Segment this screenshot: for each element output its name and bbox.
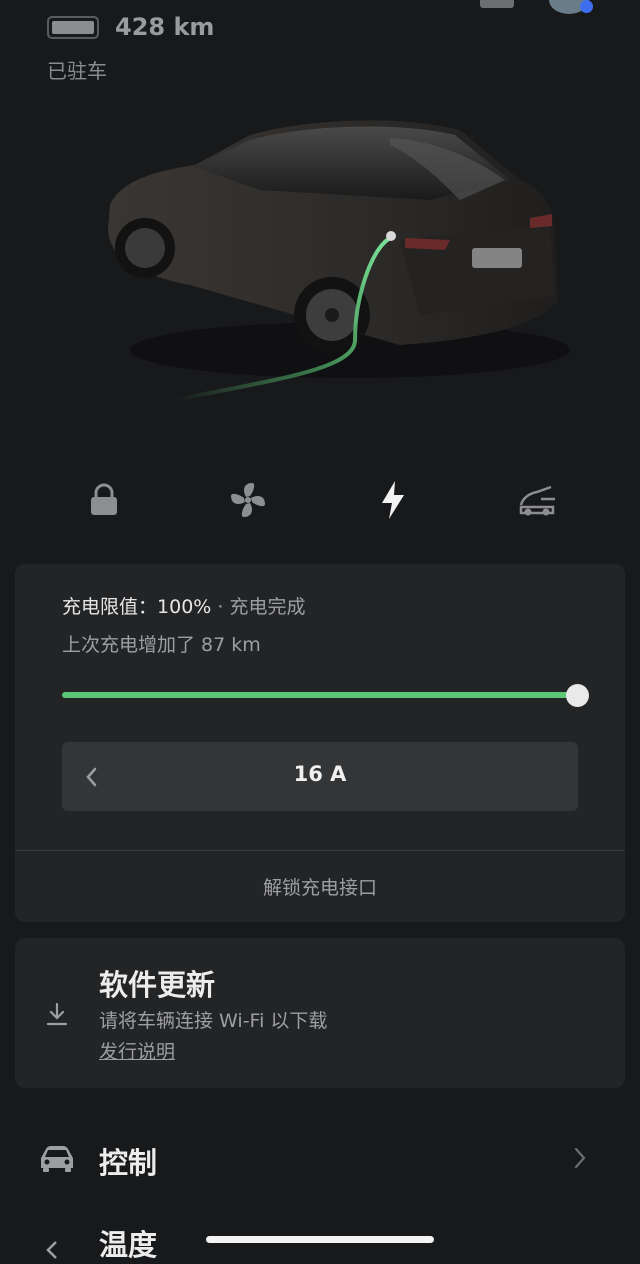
notification-dot — [580, 0, 593, 13]
last-charge-added: 上次充电增加了 87 km — [62, 634, 261, 656]
release-notes-link[interactable]: 发行说明 — [99, 1037, 175, 1064]
home-indicator[interactable] — [206, 1236, 434, 1243]
divider — [15, 850, 625, 851]
lock-button[interactable] — [79, 475, 129, 525]
climate-button[interactable] — [223, 475, 273, 525]
menu-item-controls[interactable]: 控制 — [99, 1140, 157, 1182]
frunk-button[interactable] — [512, 475, 562, 525]
software-update-title: 软件更新 — [99, 968, 216, 1002]
park-status: 已驻车 — [47, 59, 107, 83]
charge-bolt-icon — [382, 481, 404, 519]
battery-level-fill — [52, 21, 94, 34]
battery-icon — [47, 16, 99, 39]
climate-icon — [46, 1241, 57, 1259]
charge-limit-value: 100% — [157, 596, 212, 618]
lock-icon — [91, 483, 117, 515]
charge-limit-line: 充电限值：100% · 充电完成 — [62, 592, 306, 619]
chevron-right-icon[interactable] — [574, 1147, 586, 1169]
vehicle-switch-icon[interactable] — [480, 0, 514, 8]
charge-current-value: 16 A — [293, 762, 347, 786]
charge-limit-label: 充电限值： — [62, 596, 158, 618]
charge-button[interactable] — [368, 475, 418, 525]
menu-item-climate[interactable]: 温度 — [99, 1222, 157, 1264]
car-icon — [41, 1146, 73, 1172]
range-text: 428 km — [115, 13, 215, 41]
charge-limit-slider-handle[interactable] — [566, 684, 589, 707]
vehicle-image — [108, 120, 570, 402]
download-icon — [46, 1002, 68, 1026]
unlock-charge-port-button[interactable]: 解锁充电接口 — [15, 873, 625, 900]
software-update-description: 请将车辆连接 Wi-Fi 以下载 — [99, 1010, 328, 1032]
charge-limit-slider-track[interactable] — [62, 692, 578, 698]
frunk-open-icon — [519, 485, 555, 516]
fan-icon — [231, 483, 265, 517]
charge-status: 充电完成 — [229, 596, 306, 618]
separator-dot: · — [217, 596, 224, 618]
